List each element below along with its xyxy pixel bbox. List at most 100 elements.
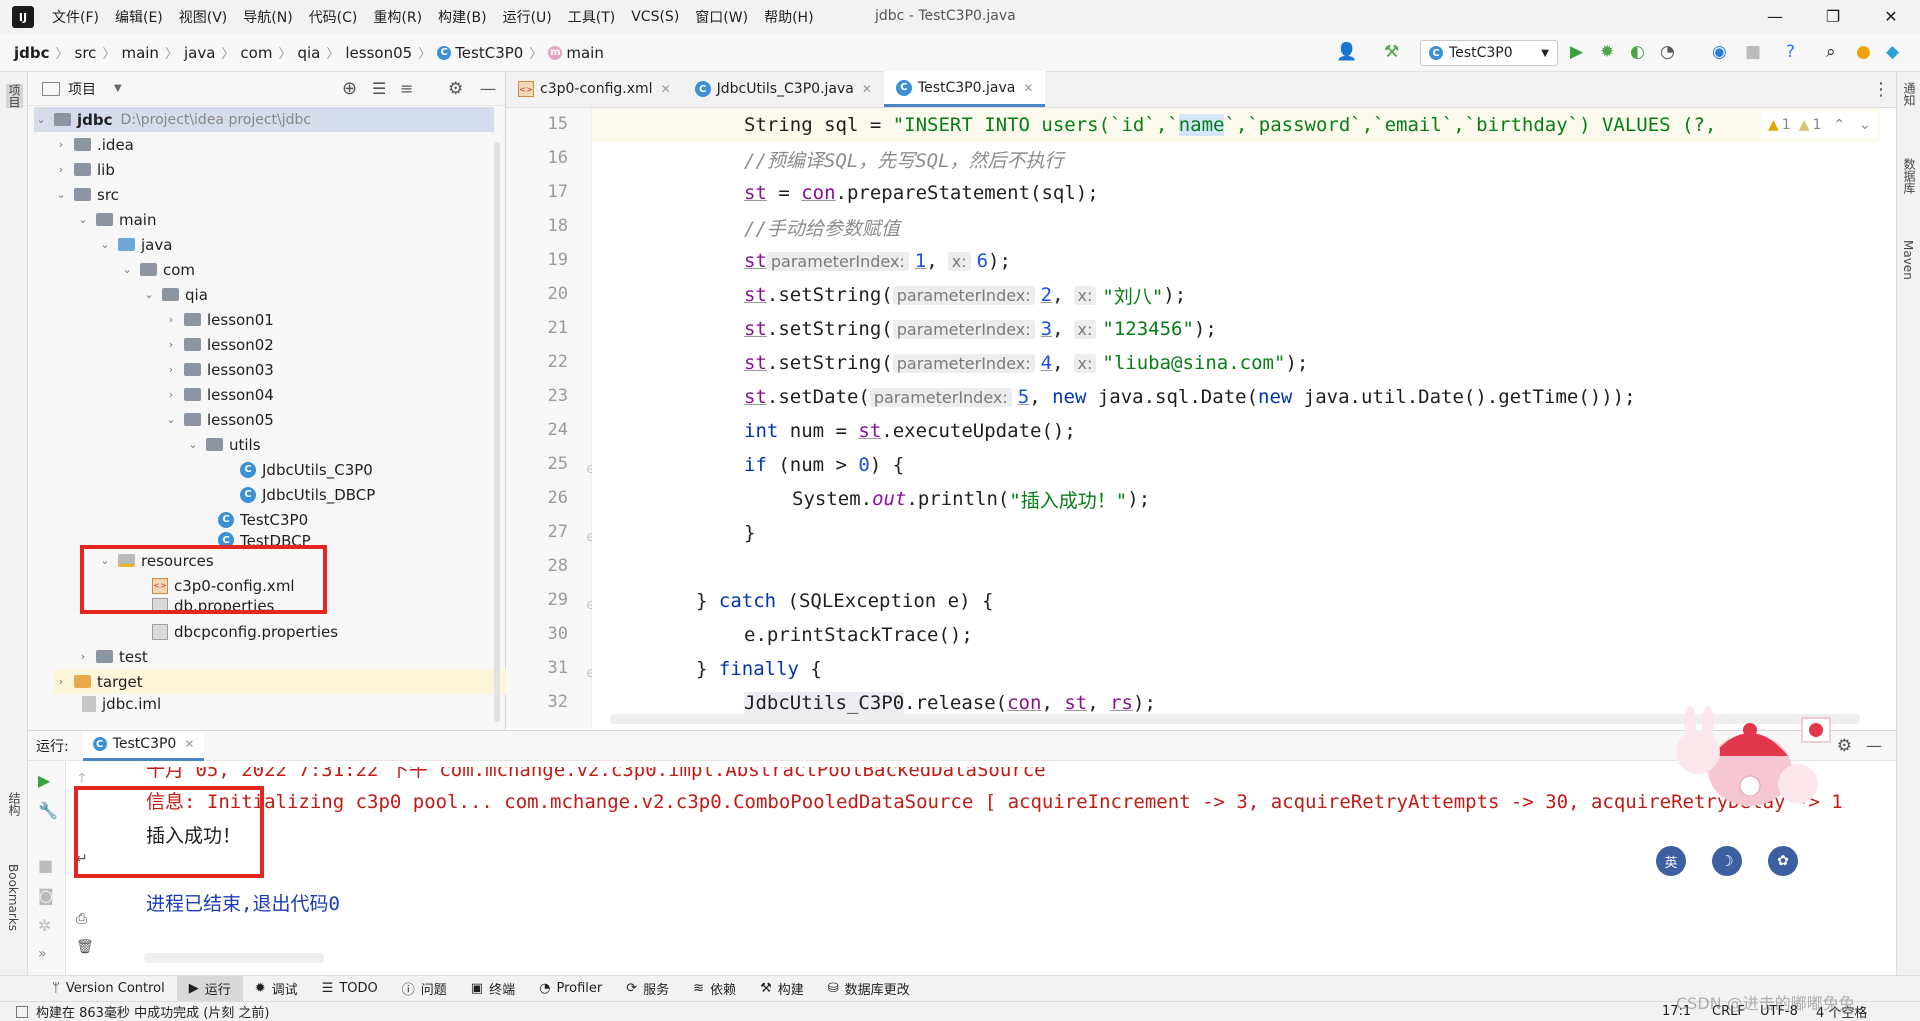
chevron-right-icon[interactable]: › (164, 388, 178, 401)
chevron-right-icon[interactable]: › (54, 138, 68, 151)
help-icon[interactable]: ? (1786, 42, 1795, 62)
chevron-down-icon[interactable]: ▼ (114, 83, 122, 94)
locate-icon[interactable]: ⊕ (342, 78, 357, 99)
maven-tool-tab[interactable]: Maven (1901, 240, 1915, 280)
notifications-tool-tab[interactable]: 通知 (1901, 82, 1918, 106)
chevron-down-icon[interactable]: ⌄ (142, 288, 156, 301)
update-icon[interactable]: ◉ (1712, 42, 1727, 62)
close-tab-icon[interactable]: ✕ (1023, 81, 1033, 95)
tree-node-target[interactable]: › target (54, 669, 506, 694)
chevron-down-icon[interactable]: ⌄ (186, 438, 200, 451)
tool-problems[interactable]: ⓘ 问题 (390, 976, 459, 1002)
tool-build[interactable]: ⚒ 构建 (748, 976, 816, 1002)
skin-button[interactable]: ✿ (1768, 846, 1798, 876)
coverage-icon[interactable]: ◐ (1630, 42, 1645, 62)
close-tab-icon[interactable]: ✕ (661, 82, 671, 96)
menu-help[interactable]: 帮助(H) (756, 7, 821, 27)
breadcrumb-com[interactable]: com (240, 44, 272, 62)
gear-icon[interactable]: ⚙ (448, 79, 463, 99)
project-panel-title[interactable]: 项目 (68, 79, 96, 99)
tool-services[interactable]: ⟳ 服务 (614, 976, 681, 1002)
tab-testc3p0[interactable]: C TestC3P0.java ✕ (883, 71, 1046, 107)
console-output[interactable]: 十月 05, 2022 7:31:22 下午 com.mchange.v2.c3… (88, 731, 1896, 976)
tree-node-jdbcutils-c3p0[interactable]: C JdbcUtils_C3P0 (240, 457, 373, 482)
jetbrains-icon[interactable]: ◆ (1886, 42, 1899, 62)
run-icon[interactable]: ▶ (1570, 42, 1583, 62)
tree-node-lesson01[interactable]: › lesson01 (164, 307, 274, 332)
tree-node-java[interactable]: ⌄ java (98, 232, 172, 257)
tree-node-lib[interactable]: › lib (54, 157, 115, 182)
user-icon[interactable]: 👤 (1336, 42, 1357, 62)
chevron-down-icon[interactable]: ⌄ (76, 213, 90, 226)
menu-window[interactable]: 窗口(W) (687, 7, 756, 27)
debug-icon[interactable]: ✹ (1600, 42, 1614, 62)
breadcrumb-src[interactable]: src (75, 44, 97, 62)
breadcrumb-main-method[interactable]: main (566, 44, 603, 62)
tree-node-idea[interactable]: › .idea (54, 132, 134, 157)
chevron-right-icon[interactable]: › (164, 338, 178, 351)
structure-tool-tab[interactable]: 结构 (6, 792, 23, 816)
tool-profiler[interactable]: ◔ Profiler (527, 976, 614, 1002)
chevron-down-icon[interactable]: ⌄ (54, 188, 68, 201)
tool-window-toggle-icon[interactable] (16, 1005, 28, 1018)
tree-node-utils[interactable]: ⌄ utils (186, 432, 260, 457)
tree-scrollbar[interactable] (494, 142, 500, 722)
tree-node-com[interactable]: ⌄ com (120, 257, 195, 282)
tree-node-qia[interactable]: ⌄ qia (142, 282, 208, 307)
wrench-icon[interactable]: 🔧 (38, 801, 58, 820)
tree-node-main[interactable]: ⌄ main (76, 207, 156, 232)
language-toggle-button[interactable]: 英 (1656, 846, 1686, 876)
menu-build[interactable]: 构建(B) (430, 7, 495, 27)
collapse-all-icon[interactable]: ≡ (400, 79, 413, 98)
menu-file[interactable]: 文件(F) (44, 7, 107, 27)
status-message[interactable]: 构建在 863毫秒 中成功完成 (片刻 之前) (36, 1002, 270, 1021)
tool-todo[interactable]: ☰ TODO (310, 976, 390, 1002)
tree-node-jdbc-iml[interactable]: jdbc.iml (82, 694, 161, 714)
stop-icon[interactable]: ■ (38, 856, 53, 875)
tree-node-lesson02[interactable]: › lesson02 (164, 332, 274, 357)
menu-refactor[interactable]: 重构(R) (365, 7, 430, 27)
chevron-down-icon[interactable]: ⌄ (120, 263, 134, 276)
arrow-up-icon[interactable]: ↑ (76, 771, 88, 787)
tab-jdbcutils-c3p0[interactable]: C JdbcUtils_C3P0.java ✕ (683, 71, 884, 107)
tree-node-dbcpconfig-properties[interactable]: dbcpconfig.properties (152, 619, 338, 644)
menu-vcs[interactable]: VCS(S) (623, 9, 687, 25)
menu-navigate[interactable]: 导航(N) (235, 7, 300, 27)
more-icon[interactable]: » (38, 946, 47, 962)
chevron-down-icon[interactable]: ⌄ (164, 413, 178, 426)
breadcrumb-jdbc[interactable]: jdbc (14, 44, 50, 62)
close-tab-icon[interactable]: ✕ (862, 82, 872, 96)
expand-all-icon[interactable]: ☰ (372, 79, 386, 98)
restore-icon[interactable]: ❐ (1808, 4, 1858, 30)
bookmarks-tool-tab[interactable]: Bookmarks (6, 864, 20, 931)
more-tabs-icon[interactable]: ⋮ (1872, 79, 1890, 100)
camera-icon[interactable]: ◙ (38, 886, 54, 905)
tree-node-testdbcp[interactable]: C TestDBCP (218, 532, 311, 545)
chevron-right-icon[interactable]: › (54, 163, 68, 176)
chevron-right-icon[interactable]: › (164, 363, 178, 376)
tree-node-lesson05[interactable]: ⌄ lesson05 (164, 407, 273, 432)
tree-node-jdbcutils-dbcp[interactable]: C JdbcUtils_DBCP (240, 482, 375, 507)
chevron-down-icon[interactable]: ⌄ (1859, 117, 1871, 133)
build-hammer-icon[interactable]: ⚒ (1384, 42, 1399, 62)
night-mode-button[interactable]: ☽ (1712, 846, 1742, 876)
tool-db-changes[interactable]: ⛁ 数据库更改 (816, 976, 922, 1002)
tree-node-jdbc[interactable]: ⌄ jdbc D:\project\idea project\jdbc (34, 107, 494, 132)
tab-c3p0-config[interactable]: <> c3p0-config.xml ✕ (506, 71, 683, 107)
chevron-up-icon[interactable]: ⌃ (1833, 117, 1845, 133)
tool-version-control[interactable]: ᛘ Version Control (40, 976, 177, 1002)
breadcrumb-main[interactable]: main (121, 44, 158, 62)
tree-node-test[interactable]: › test (76, 644, 148, 669)
chevron-right-icon[interactable]: › (164, 313, 178, 326)
menu-code[interactable]: 代码(C) (301, 7, 366, 27)
ide-update-icon[interactable]: ● (1856, 42, 1871, 62)
run-configuration-select[interactable]: C TestC3P0 ▼ (1420, 40, 1558, 66)
stop-icon[interactable]: ■ (1745, 42, 1761, 62)
settings-icon[interactable]: ✲ (38, 916, 51, 935)
tool-dependencies[interactable]: ≋ 依赖 (681, 976, 748, 1002)
database-tool-tab[interactable]: 数据库 (1901, 158, 1918, 194)
breadcrumb-testc3p0[interactable]: TestC3P0 (455, 44, 523, 62)
menu-view[interactable]: 视图(V) (171, 7, 236, 27)
tree-node-lesson04[interactable]: › lesson04 (164, 382, 274, 407)
menu-tools[interactable]: 工具(T) (560, 7, 623, 27)
